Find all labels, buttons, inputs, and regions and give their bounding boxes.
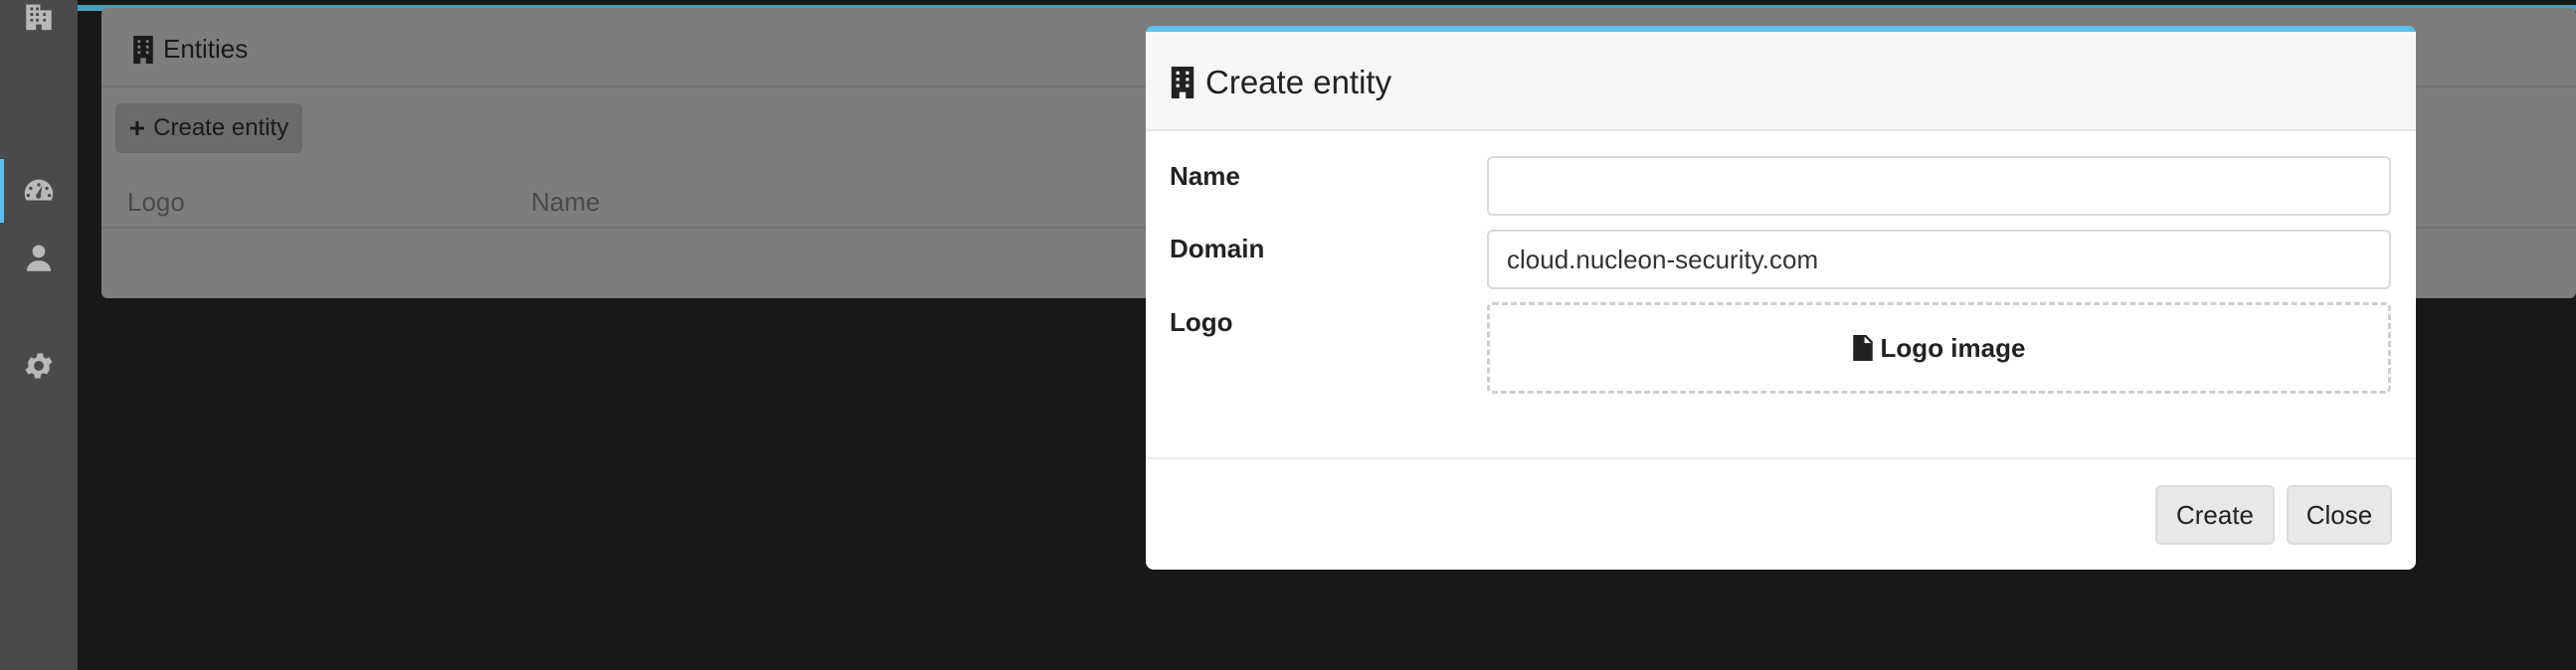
page-title-text: Entities (163, 34, 249, 64)
logo-label: Logo (1170, 307, 1233, 337)
create-entity-label: Create entity (153, 114, 289, 141)
plus-icon: + (128, 112, 146, 143)
logo-dropzone[interactable]: Logo image (1487, 302, 2391, 394)
modal-footer-divider (1146, 457, 2416, 459)
modal-header: Create entity (1146, 32, 2416, 131)
name-label: Name (1170, 161, 1240, 191)
close-button[interactable]: Close (2287, 485, 2392, 545)
create-button[interactable]: Create (2155, 485, 2275, 545)
building-icon[interactable] (0, 0, 78, 38)
page-title: Entities (131, 34, 248, 65)
column-header-logo: Logo (127, 187, 185, 217)
user-icon[interactable] (0, 237, 78, 280)
logo-dropzone-label: Logo image (1880, 332, 2026, 363)
column-header-name: Name (531, 187, 601, 217)
sidebar (0, 0, 78, 670)
domain-label: Domain (1170, 234, 1265, 263)
building-icon (133, 35, 153, 64)
building-icon (1171, 67, 1195, 98)
modal-title: Create entity (1170, 64, 1391, 101)
modal-title-text: Create entity (1205, 64, 1392, 100)
create-entity-button[interactable]: + Create entity (115, 103, 302, 153)
gear-icon[interactable] (0, 344, 78, 388)
name-input[interactable] (1487, 156, 2391, 216)
domain-input[interactable] (1487, 230, 2391, 289)
dashboard-icon[interactable] (0, 169, 78, 213)
create-entity-modal: Create entity Name Domain Logo Logo imag… (1146, 26, 2416, 570)
file-icon (1852, 335, 1873, 361)
